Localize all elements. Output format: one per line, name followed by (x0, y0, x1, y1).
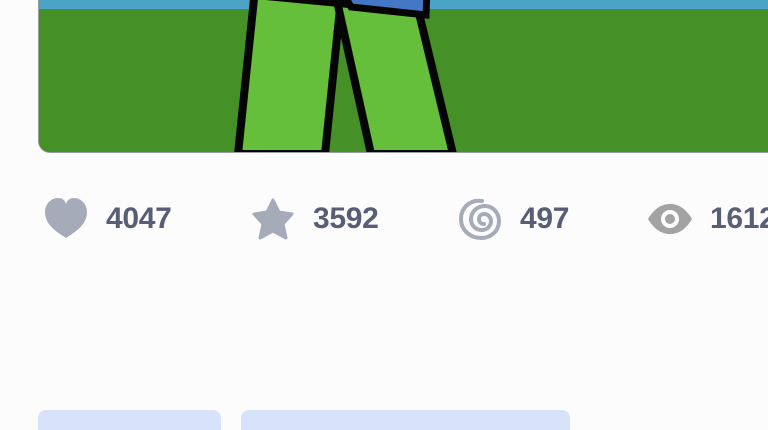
bottom-tab-left[interactable] (38, 410, 221, 430)
project-page: 4047 3592 497 1612 (0, 0, 768, 430)
views-count: 1612 (710, 202, 768, 235)
project-thumbnail[interactable] (38, 0, 768, 153)
heart-icon (42, 196, 90, 242)
remix-button[interactable]: 497 (456, 196, 569, 242)
project-stats: 4047 3592 497 1612 (0, 196, 768, 242)
project-thumbnail-image (39, 0, 768, 152)
remix-icon (456, 196, 504, 242)
remix-count: 497 (520, 202, 570, 235)
love-button[interactable]: 4047 (42, 196, 172, 242)
eye-icon (646, 196, 694, 242)
bottom-tab-right[interactable] (241, 410, 570, 430)
favorite-count: 3592 (313, 202, 379, 235)
favorite-button[interactable]: 3592 (249, 196, 379, 242)
star-icon (249, 196, 297, 242)
views-counter: 1612 (646, 196, 768, 242)
love-count: 4047 (106, 202, 172, 235)
